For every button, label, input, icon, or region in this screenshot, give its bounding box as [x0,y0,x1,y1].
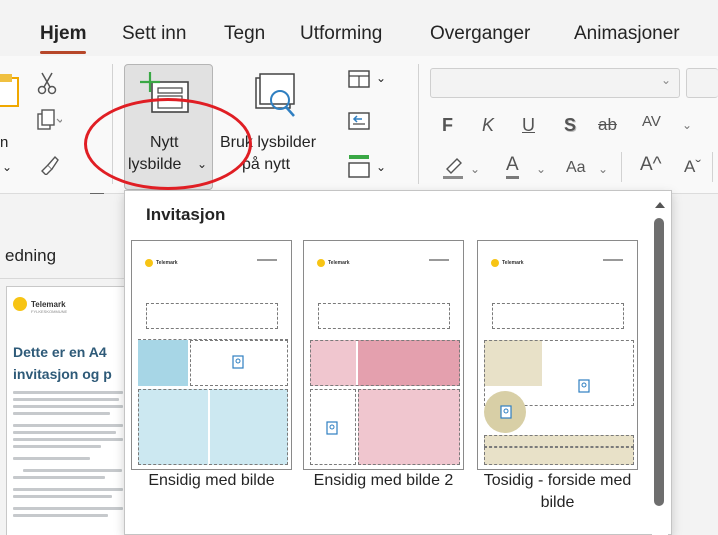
picture-icon [576,377,592,395]
placeholder-box [484,447,634,465]
layout-gallery-title: Invitasjon [146,205,226,224]
tab-sett-inn[interactable]: Sett inn [122,23,186,45]
paste-icon[interactable] [0,74,22,108]
bold-button[interactable]: F [442,114,453,136]
shadow-button[interactable]: S [564,114,576,136]
layout-logo: Telemark [145,259,178,267]
font-name-dropdown[interactable]: ⌄ [430,68,680,98]
placeholder-box [484,435,634,447]
copy-icon[interactable] [36,108,62,134]
change-case-button[interactable]: Aa [566,157,586,179]
layout-name-2: Ensidig med bilde 2 [313,472,454,489]
section-icon[interactable] [346,152,372,180]
layout-org-name: Telemark [502,260,524,266]
tab-tegn[interactable]: Tegn [224,23,265,45]
placeholder-box [310,340,460,386]
content-placeholder [138,389,288,465]
reuse-slides-icon[interactable] [250,72,298,122]
ribbon-separator [621,152,622,182]
thumbnail-org-sub: FYLKESKOMMUNE [31,309,68,314]
title-placeholder [318,303,450,329]
font-color-dropdown-icon[interactable]: ⌄ [536,158,546,180]
layout-logo: Telemark [491,259,524,267]
divider [0,278,126,279]
case-dropdown-icon[interactable]: ⌄ [598,158,608,180]
character-spacing-button[interactable]: AV [642,111,661,133]
layout-org-name: Telemark [328,260,350,266]
font-color-button[interactable]: A [506,154,519,179]
strikethrough-button[interactable]: ab [598,114,617,136]
telemark-logo-icon [13,297,27,311]
tab-overganger[interactable]: Overganger [430,23,530,45]
layout-name-1: Ensidig med bilde [148,472,275,489]
ribbon-separator [418,64,419,184]
ribbon-tab-bar: Hjem Sett inn Tegn Utforming Overganger … [0,0,718,56]
layout-icon[interactable] [346,68,372,90]
layout-dropdown-icon[interactable]: ⌄ [376,67,386,89]
scissors-icon[interactable] [36,70,58,96]
new-slide-label-2: lysbilde [128,156,182,173]
layout-option-2[interactable]: Telemark [303,240,464,470]
shrink-font-button[interactable]: Aˇ [684,156,701,178]
content-placeholder [358,389,460,465]
font-name-chevron-icon: ⌄ [660,73,671,87]
scrollbar-thumb[interactable] [654,218,664,506]
grow-font-button[interactable]: A^ [640,154,662,176]
paste-label[interactable]: n [0,132,8,154]
thumbnail-body-text [13,391,123,521]
title-placeholder [492,303,624,329]
telemark-logo-icon [145,259,153,267]
thumbnail-title-line-1: Dette er en A4 [13,344,107,360]
ribbon-separator [112,64,113,184]
telemark-logo-icon [317,259,325,267]
title-placeholder [146,303,278,329]
section-label[interactable]: edning [5,246,56,266]
picture-icon [230,353,246,371]
slide-thumbnail[interactable]: Telemark FYLKESKOMMUNE Dette er en A4 in… [6,286,128,535]
scroll-up-icon[interactable] [652,198,668,210]
format-painter-icon[interactable] [38,152,60,176]
tab-animasjoner[interactable]: Animasjoner [574,23,680,45]
section-dropdown-icon[interactable]: ⌄ [376,156,386,178]
highlighter-icon[interactable] [440,154,466,182]
picture-icon [498,403,514,421]
new-slide-dropdown-icon[interactable]: ⌄ [197,153,207,175]
tab-hjem[interactable]: Hjem [40,23,87,54]
new-slide-label-1: Nytt [150,134,179,151]
layout-org-name: Telemark [156,260,178,266]
layout-option-3[interactable]: Telemark [477,240,638,470]
layout-logo: Telemark [317,259,350,267]
font-size-dropdown[interactable] [686,68,718,98]
reuse-slides-label-2[interactable]: på nytt [242,154,290,176]
layout-option-1[interactable]: Telemark [131,240,292,470]
spacing-dropdown-icon[interactable]: ⌄ [682,114,692,136]
thumbnail-title-line-2: invitasjon og p [13,366,112,382]
slide-thumbnail-pane: edning Telemark FYLKESKOMMUNE Dette er e… [0,194,128,535]
layout-header-line [429,259,449,261]
highlight-dropdown-icon[interactable]: ⌄ [470,158,480,180]
new-slide-icon [140,70,194,118]
reuse-slides-label-1[interactable]: Bruk lysbilder [220,132,316,154]
reset-icon[interactable] [346,110,372,132]
ribbon-separator [712,152,713,182]
layout-header-line [603,259,623,261]
italic-button[interactable]: K [482,114,494,136]
color-block [138,340,188,386]
thumbnail-org-name: Telemark [31,299,66,309]
layout-header-line [257,259,277,261]
layout-name-3: Tosidig - forside med bilde [483,472,632,511]
picture-icon [324,419,340,437]
ribbon: n ⌄ opstavle Nytt lysbilde ⌄ Bruk lysbil… [0,56,718,209]
tab-utforming[interactable]: Utforming [300,23,382,45]
telemark-logo-icon [491,259,499,267]
underline-button[interactable]: U [522,114,535,136]
paste-dropdown-icon[interactable]: ⌄ [2,156,12,178]
